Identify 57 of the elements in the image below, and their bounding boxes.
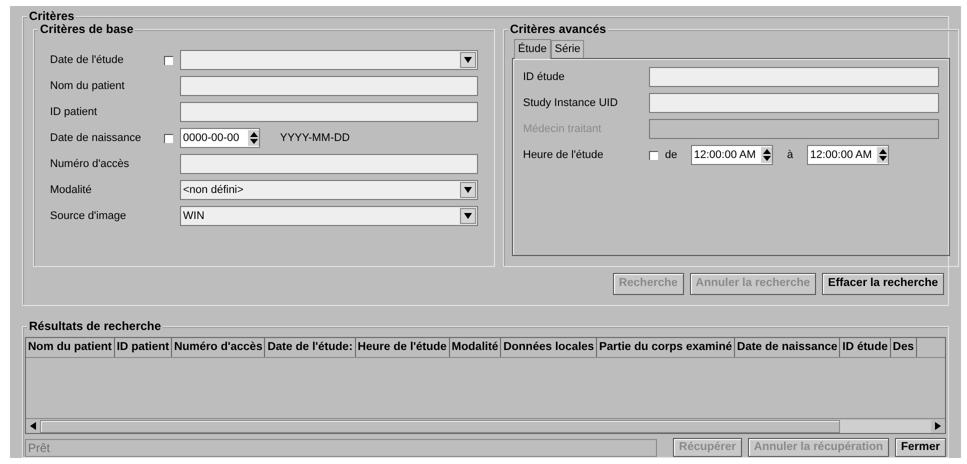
dropdown[interactable]: <non défini> [180,180,478,200]
checkbox[interactable] [649,150,658,160]
spinner-field[interactable]: 12:00:00 AM [691,145,773,165]
input-field[interactable] [649,67,939,87]
input-field[interactable] [180,76,478,96]
caret-icon [460,52,476,68]
input-field[interactable] [180,154,478,174]
column-header[interactable]: ID patient [114,338,172,357]
column-header[interactable]: Heure de l'étude [356,338,450,357]
spinner-value: 0000-00-00 [182,130,240,146]
spinner-arrows-icon[interactable] [761,147,772,163]
field-label: Nom du patient [50,78,126,94]
caret-icon [460,208,476,224]
column-header[interactable]: Numéro d'accès [172,338,266,357]
range-label: à [786,148,794,163]
format-hint: YYYY-MM-DD [280,130,350,146]
caret-icon [460,182,476,198]
field-label: Date de naissance [50,130,142,146]
column-header[interactable]: ID étude [840,338,891,357]
dropdown-value: WIN [182,208,206,224]
button[interactable]: Fermer [895,438,946,457]
spinner-value: 12:00:00 AM [809,148,873,163]
field-label: Source d'image [50,208,128,224]
column-header[interactable]: Date de naissance [735,338,840,357]
field-label: Modalité [50,182,93,198]
tab[interactable]: Série [550,40,584,58]
column-header[interactable]: Partie du corps examiné [597,338,736,357]
column-header[interactable]: Date de l'étude: [265,338,356,357]
spinner-value: 12:00:00 AM [693,148,757,163]
column-header[interactable]: Des [890,338,917,357]
field-label: ID patient [50,104,98,120]
button[interactable]: Effacer la recherche [822,273,944,295]
field-label: ID étude [523,70,566,85]
spinner-arrows-icon[interactable] [248,130,259,146]
column-header[interactable]: Données locales [501,338,598,357]
field-label: Date de l'étude [50,52,125,68]
spinner-field[interactable]: 12:00:00 AM [807,145,890,165]
dropdown[interactable]: WIN [180,206,478,226]
scroll-thumb[interactable] [40,420,840,432]
dropdown[interactable] [180,50,478,70]
spinner-field[interactable]: 0000-00-00 [180,128,260,148]
checkbox[interactable] [164,134,173,142]
field-label: Study Instance UID [523,96,619,111]
horizontal-scrollbar[interactable] [26,418,945,433]
column-header[interactable]: Modalité [450,338,502,357]
field-label: Numéro d'accès [50,156,130,172]
spinner-arrows-icon[interactable] [877,147,888,163]
input-field[interactable] [180,102,478,122]
column-header[interactable]: Nom du patient [26,338,115,357]
status-field: Prêt [25,438,658,456]
field-label: Heure de l'étude [523,148,604,163]
range-label: de [665,148,678,163]
tab[interactable]: Étude [514,39,551,59]
input-field[interactable] [649,93,939,113]
checkbox[interactable] [164,56,173,64]
input-field[interactable] [649,119,939,139]
dropdown-value: <non défini> [182,182,245,198]
